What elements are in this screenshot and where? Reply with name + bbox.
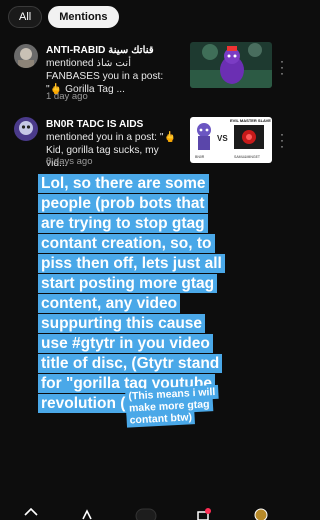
character-right-icon bbox=[234, 125, 264, 149]
thumbnail-title: EVIL MASTER SLAVE bbox=[230, 118, 271, 123]
notification-item[interactable]: ANTI-RABID قناتك سينة mentioned أنت شاذ … bbox=[0, 40, 292, 106]
caption-note: (This means i will make more gtag contan… bbox=[125, 384, 229, 428]
avatar[interactable] bbox=[14, 44, 38, 68]
thumbnail-vs: VS bbox=[217, 134, 228, 143]
profile-icon[interactable] bbox=[254, 508, 268, 520]
character-left-icon bbox=[197, 123, 211, 150]
caption-note-text: (This means i will make more gtag contan… bbox=[125, 384, 219, 428]
notification-time: 1 day ago bbox=[46, 91, 88, 102]
caption-text: Lol, so there are some people (prob bots… bbox=[38, 174, 225, 413]
post-thumbnail[interactable] bbox=[190, 42, 272, 88]
notification-text: ANTI-RABID قناتك سينة mentioned أنت شاذ … bbox=[46, 44, 181, 96]
tab-bar: All Mentions bbox=[8, 6, 119, 28]
tab-mentions[interactable]: Mentions bbox=[48, 6, 119, 28]
thumbnail-left-label: BN0R bbox=[195, 155, 205, 159]
user-avatar-icon bbox=[14, 44, 38, 68]
post-thumbnail[interactable]: EVIL MASTER SLAVE VS BN0R SAMU&MINGET bbox=[190, 117, 272, 163]
explore-icon[interactable] bbox=[80, 508, 94, 520]
home-icon[interactable] bbox=[24, 508, 38, 520]
notification-username: ANTI-RABID قناتك سينة bbox=[46, 45, 154, 56]
bottom-nav bbox=[0, 504, 292, 520]
gorilla-tag-thumbnail bbox=[190, 42, 272, 88]
notification-item[interactable]: BN0R TADC IS AIDS mentioned you in a pos… bbox=[0, 113, 292, 173]
notification-time: 8 days ago bbox=[46, 156, 93, 167]
more-options-icon[interactable]: · · · bbox=[277, 55, 287, 79]
thumbnail-right-label: SAMU&MINGET bbox=[234, 155, 261, 159]
tab-all[interactable]: All bbox=[8, 6, 43, 28]
more-options-icon[interactable]: · · · bbox=[277, 128, 287, 152]
avatar[interactable] bbox=[14, 117, 38, 141]
user-avatar-icon bbox=[14, 117, 38, 141]
create-button-icon[interactable] bbox=[135, 508, 157, 520]
caption-overlay: Lol, so there are some people (prob bots… bbox=[38, 174, 225, 414]
inbox-icon[interactable] bbox=[196, 508, 212, 520]
notification-username: BN0R TADC IS AIDS bbox=[46, 119, 144, 130]
